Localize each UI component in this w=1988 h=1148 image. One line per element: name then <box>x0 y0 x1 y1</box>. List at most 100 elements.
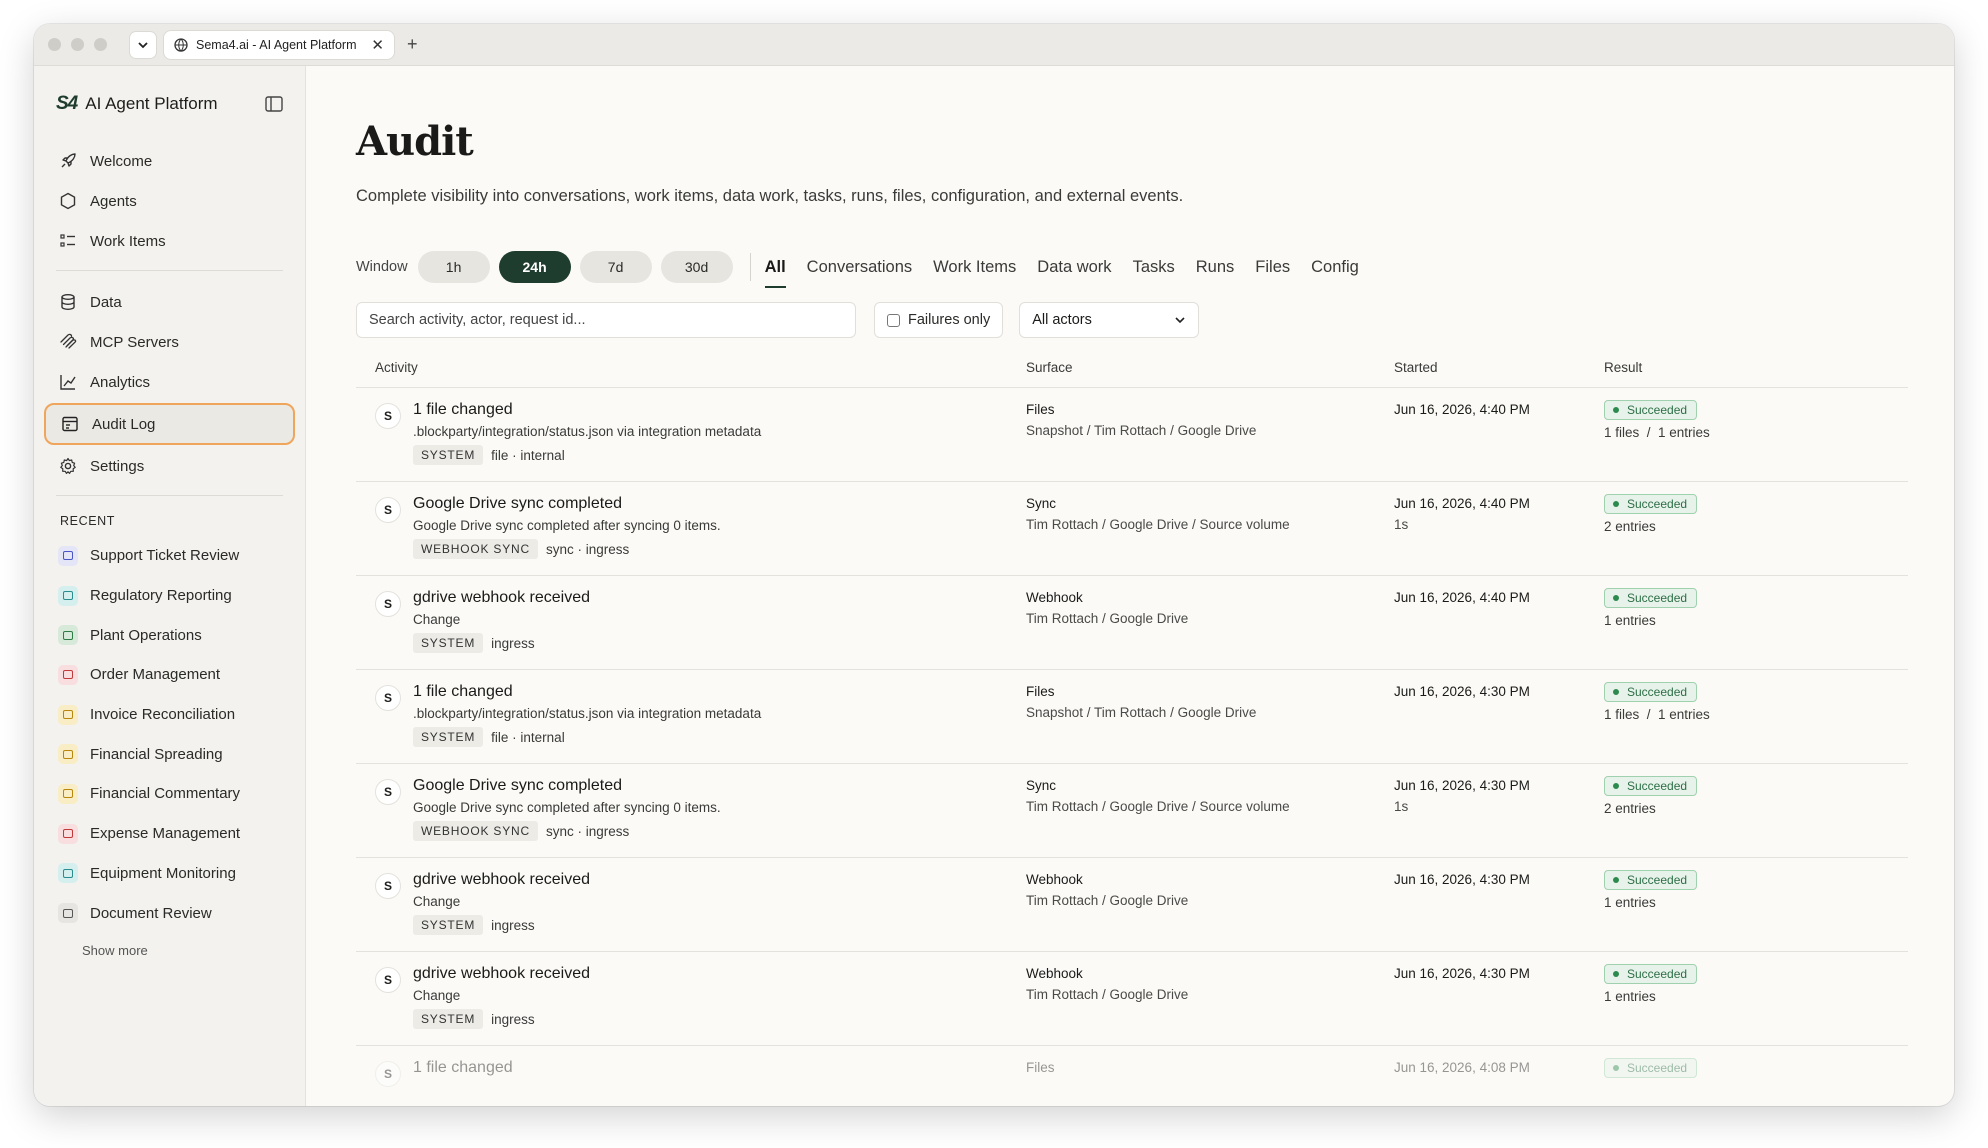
started-cell: Jun 16, 2026, 4:40 PM <box>1394 400 1604 481</box>
tab-files[interactable]: Files <box>1255 250 1290 284</box>
activity-description: Change <box>413 894 461 909</box>
browser-tab[interactable]: Sema4.ai - AI Agent Platform ✕ <box>163 29 395 60</box>
status-dot-icon <box>1613 689 1619 695</box>
nav-divider <box>56 495 283 496</box>
chat-icon <box>58 903 78 924</box>
activity-title[interactable]: 1 file changed <box>413 682 761 702</box>
started-cell: Jun 16, 2026, 4:30 PM <box>1394 964 1604 1045</box>
result-cell: Succeeded 1 files / 1 entries <box>1604 400 1908 481</box>
tab-close-icon[interactable]: ✕ <box>371 36 384 54</box>
actor-avatar: S <box>375 591 401 617</box>
result-counts: 1 entries <box>1604 613 1656 628</box>
category-tabs: All Conversations Work Items Data work Tasks… <box>764 250 1380 288</box>
col-result: Result <box>1604 360 1643 375</box>
tab-all[interactable]: All <box>764 250 786 288</box>
activity-title[interactable]: gdrive webhook received <box>413 870 590 890</box>
activity-description: .blockparty/integration/status.json via … <box>413 424 762 439</box>
recent-item-expense-management[interactable]: Expense Management <box>44 814 295 854</box>
table-row[interactable]: Sgdrive webhook received Change SYSTEM ingr… <box>356 858 1908 952</box>
sidebar-item-label: Audit Log <box>92 415 156 433</box>
failures-checkbox[interactable] <box>887 313 900 327</box>
surface-cell: Webhook Tim Rottach / Google Drive <box>1026 588 1394 669</box>
recent-item-equipment-monitoring[interactable]: Equipment Monitoring <box>44 854 295 894</box>
started-cell: Jun 16, 2026, 4:30 PM <box>1394 870 1604 951</box>
activity-cell: Sgdrive webhook received Change SYSTEM ingr… <box>356 870 1026 951</box>
surface-name: Files <box>1026 402 1055 417</box>
list-icon <box>58 231 78 251</box>
status-badge: Succeeded <box>1604 400 1698 420</box>
actor-tag: WEBHOOK SYNC <box>413 821 538 841</box>
activity-title[interactable]: gdrive webhook received <box>413 588 590 608</box>
activity-kind: ingress <box>491 635 535 651</box>
table-row[interactable]: S Google Drive sync completed Google Drive… <box>356 764 1908 858</box>
chat-icon <box>58 783 78 804</box>
sidebar-item-mcp-servers[interactable]: MCP Servers <box>44 323 295 361</box>
window-30d-button[interactable]: 30d <box>660 251 733 283</box>
activity-title[interactable]: 1 file changed <box>413 400 761 420</box>
sidebar-item-audit-log[interactable]: Audit Log <box>44 403 295 445</box>
recent-list: Support Ticket Review Regulatory Reportin… <box>44 536 295 933</box>
table-row[interactable]: S 1 file changed .blockparty/integration/s… <box>356 670 1908 764</box>
result-counts: 2 entries <box>1604 801 1656 816</box>
status-dot-icon <box>1613 971 1619 977</box>
activity-title[interactable]: gdrive webhook received <box>413 964 590 984</box>
activity-title[interactable]: Google Drive sync completed <box>413 494 721 514</box>
sidebar-item-data[interactable]: Data <box>44 283 295 321</box>
zoom-window-button[interactable] <box>94 38 107 51</box>
sidebar-item-settings[interactable]: Settings <box>44 447 295 485</box>
surface-name: Files <box>1026 1060 1055 1075</box>
recent-item-financial-spreading[interactable]: Financial Spreading <box>44 734 295 774</box>
sidebar-toggle-icon[interactable] <box>265 96 283 112</box>
chart-icon <box>58 372 78 392</box>
sidebar-item-work-items[interactable]: Work Items <box>44 222 295 260</box>
window-24h-button[interactable]: 24h <box>498 251 571 283</box>
tab-tasks[interactable]: Tasks <box>1133 250 1175 284</box>
recent-item-support-ticket-review[interactable]: Support Ticket Review <box>44 536 295 576</box>
actors-select[interactable]: All actors <box>1019 302 1200 338</box>
new-tab-button[interactable]: + <box>407 34 418 55</box>
tab-data-work[interactable]: Data work <box>1037 250 1111 284</box>
table-row[interactable]: S 1 file changed .blockparty/integration/s… <box>356 388 1908 482</box>
table-row[interactable]: Sgdrive webhook received Change SYSTEM ingr… <box>356 576 1908 670</box>
activity-description: Google Drive sync completed after syncin… <box>413 518 721 533</box>
search-input[interactable]: Search activity, actor, request id... <box>356 302 856 338</box>
table-row[interactable]: S Google Drive sync completed Google Drive… <box>356 482 1908 576</box>
sidebar-item-agents[interactable]: Agents <box>44 182 295 220</box>
show-more-link[interactable]: Show more <box>44 943 295 958</box>
table-row[interactable]: S 1 file changed Files Jun 16, 2026, 4:08 P… <box>356 1046 1908 1106</box>
tab-runs[interactable]: Runs <box>1196 250 1235 284</box>
table-row[interactable]: Sgdrive webhook received Change SYSTEM ingr… <box>356 952 1908 1046</box>
window-7d-button[interactable]: 7d <box>579 251 652 283</box>
chat-icon <box>58 625 78 646</box>
actor-tag: SYSTEM <box>413 445 484 465</box>
failures-only-toggle[interactable]: Failures only <box>874 302 1004 338</box>
recent-item-order-management[interactable]: Order Management <box>44 655 295 695</box>
started-time: Jun 16, 2026, 4:40 PM <box>1394 402 1530 417</box>
recent-item-document-review[interactable]: Document Review <box>44 893 295 933</box>
recent-item-financial-commentary[interactable]: Financial Commentary <box>44 774 295 814</box>
activity-content: Google Drive sync completed Google Drive … <box>413 494 721 575</box>
recent-item-invoice-reconciliation[interactable]: Invoice Reconciliation <box>44 695 295 735</box>
run-duration: 1s <box>1394 517 1409 532</box>
activity-title[interactable]: Google Drive sync completed <box>413 776 721 796</box>
recent-item-plant-operations[interactable]: Plant Operations <box>44 615 295 655</box>
status-dot-icon <box>1613 783 1619 789</box>
result-counts: 1 entries <box>1604 895 1656 910</box>
sidebar-item-welcome[interactable]: Welcome <box>44 142 295 180</box>
sidebar-item-analytics[interactable]: Analytics <box>44 363 295 401</box>
activity-content: gdrive webhook received Change SYSTEM ingre… <box>413 588 590 669</box>
window-1h-button[interactable]: 1h <box>417 251 490 283</box>
minimize-window-button[interactable] <box>71 38 84 51</box>
activity-meta: SYSTEM ingress <box>413 633 590 653</box>
sidebar-item-label: Work Items <box>90 232 166 250</box>
status-label: Succeeded <box>1627 779 1688 793</box>
close-window-button[interactable] <box>48 38 61 51</box>
tab-config[interactable]: Config <box>1311 250 1359 284</box>
recent-item-regulatory-reporting[interactable]: Regulatory Reporting <box>44 576 295 616</box>
tab-list-button[interactable] <box>129 30 157 59</box>
tab-work-items[interactable]: Work Items <box>933 250 1016 284</box>
surface-cell: Webhook Tim Rottach / Google Drive <box>1026 964 1394 1045</box>
tab-conversations[interactable]: Conversations <box>807 250 912 284</box>
activity-title[interactable]: 1 file changed <box>413 1058 513 1078</box>
failures-label: Failures only <box>908 312 991 328</box>
